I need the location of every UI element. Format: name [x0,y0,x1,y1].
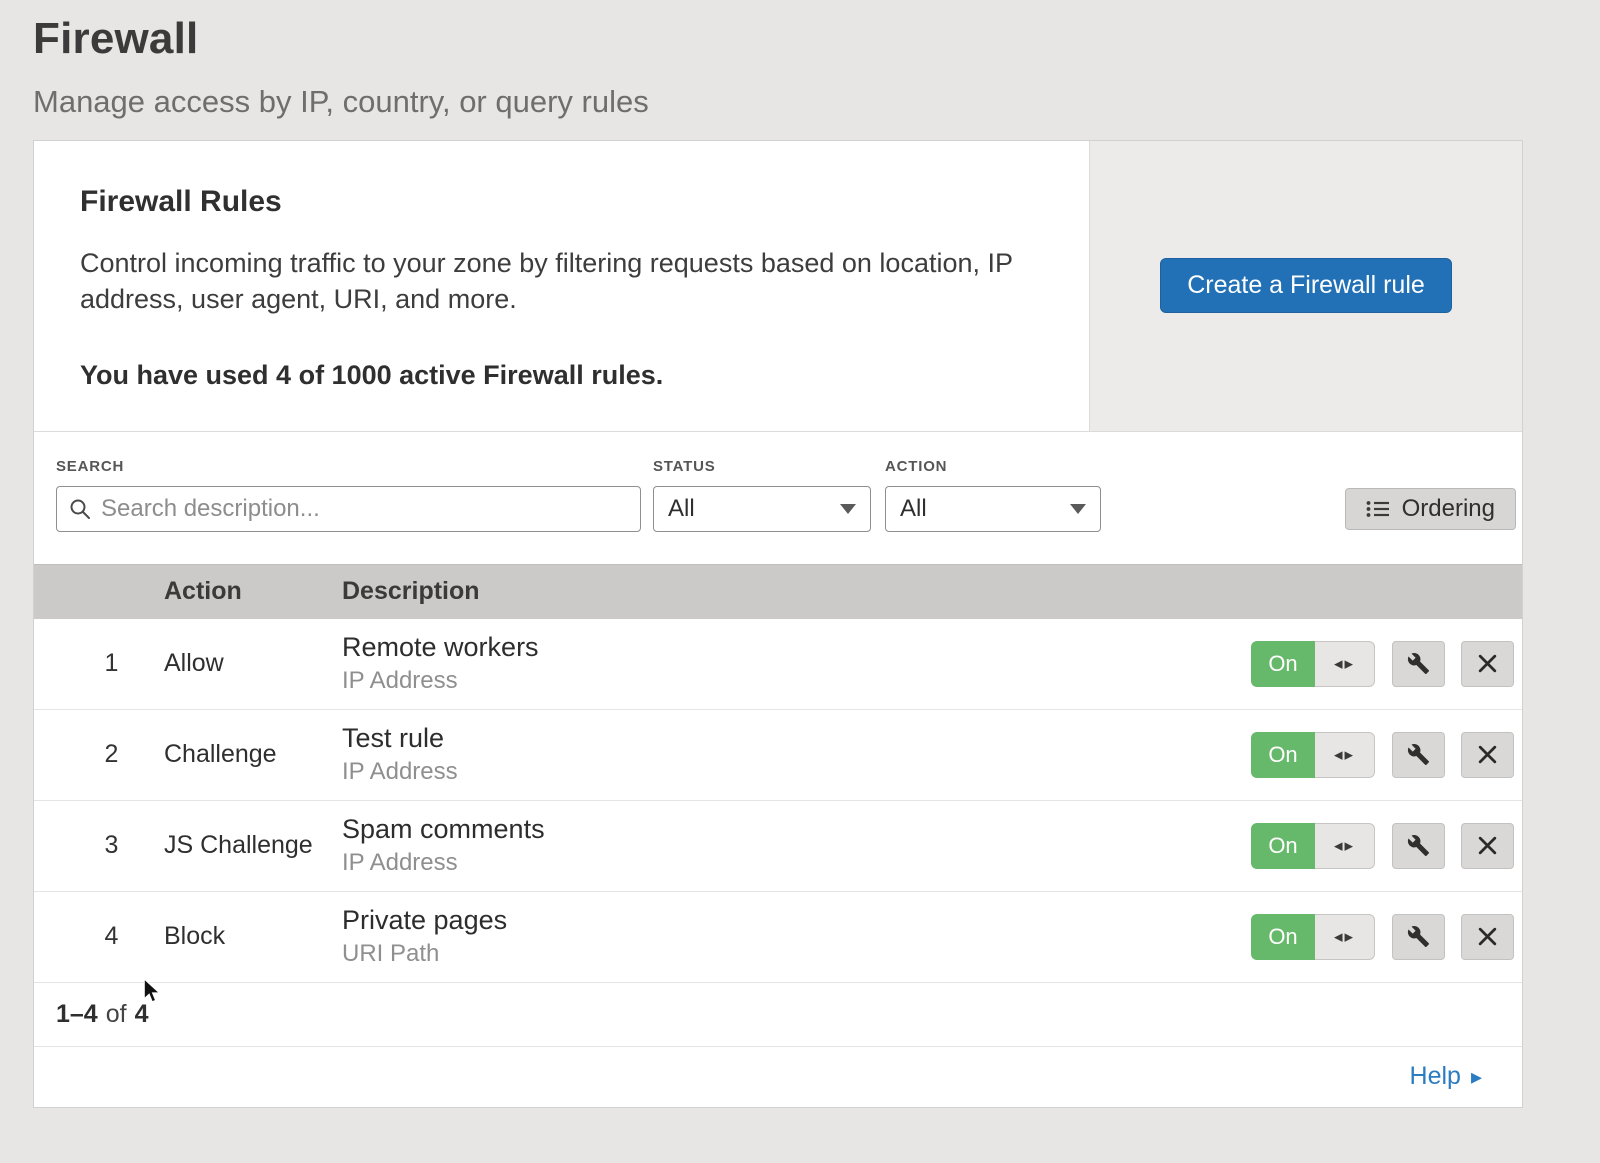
intro-text: Firewall Rules Control incoming traffic … [34,141,1089,431]
rule-action: Block [164,922,342,951]
page-header: Firewall Manage access by IP, country, o… [0,0,1600,120]
create-firewall-rule-button[interactable]: Create a Firewall rule [1160,258,1452,313]
help-arrow-icon: ▸ [1471,1064,1482,1090]
action-select[interactable]: All [885,486,1101,532]
close-icon [1477,835,1498,856]
wrench-icon [1407,652,1430,675]
rule-field-type: IP Address [342,758,1251,786]
intro-action-panel: Create a Firewall rule [1089,141,1522,431]
ordering-button-label: Ordering [1402,495,1495,523]
toggle-arrows-icon[interactable]: ◂▸ [1315,641,1375,687]
chevron-down-icon [1070,504,1086,514]
rule-description: Test rule IP Address [342,723,1251,786]
firewall-rules-card: Firewall Rules Control incoming traffic … [33,140,1523,1108]
toggle-on-label[interactable]: On [1251,823,1315,869]
edit-rule-button[interactable] [1392,823,1445,869]
action-selected-value: All [900,495,927,523]
rule-controls: On ◂▸ [1251,914,1522,960]
action-column-header: Action [164,577,342,606]
close-icon [1477,926,1498,947]
table-row: 4 Block Private pages URI Path On ◂▸ [34,892,1522,983]
toggle-on-label[interactable]: On [1251,914,1315,960]
rule-enabled-toggle[interactable]: On ◂▸ [1251,823,1375,869]
rule-priority: 1 [34,649,164,678]
ordering-button[interactable]: Ordering [1345,488,1516,530]
chevron-down-icon [840,504,856,514]
edit-rule-button[interactable] [1392,641,1445,687]
description-column-header: Description [342,577,1251,606]
rule-action: JS Challenge [164,831,342,860]
pagination: 1–4 of 4 [34,983,1522,1047]
rule-field-type: URI Path [342,940,1251,968]
search-icon [69,498,91,525]
status-selected-value: All [668,495,695,523]
delete-rule-button[interactable] [1461,914,1514,960]
close-icon [1477,653,1498,674]
rule-controls: On ◂▸ [1251,732,1522,778]
status-select[interactable]: All [653,486,871,532]
rule-title: Spam comments [342,814,1251,845]
rule-title: Private pages [342,905,1251,936]
wrench-icon [1407,925,1430,948]
table-header: Action Description [34,564,1522,619]
intro-section: Firewall Rules Control incoming traffic … [34,141,1522,432]
rule-enabled-toggle[interactable]: On ◂▸ [1251,641,1375,687]
pagination-of: of [106,1000,127,1029]
rule-priority: 4 [34,922,164,951]
wrench-icon [1407,834,1430,857]
page-subtitle: Manage access by IP, country, or query r… [33,84,1600,120]
toggle-arrows-icon[interactable]: ◂▸ [1315,914,1375,960]
pagination-total: 4 [135,1000,149,1029]
toggle-on-label[interactable]: On [1251,641,1315,687]
pagination-range: 1–4 [56,1000,98,1029]
rule-controls: On ◂▸ [1251,641,1522,687]
table-row: 2 Challenge Test rule IP Address On ◂▸ [34,710,1522,801]
ordering-list-icon [1366,499,1390,519]
rule-description: Private pages URI Path [342,905,1251,968]
rules-usage-text: You have used 4 of 1000 active Firewall … [80,360,1043,391]
search-box [56,486,641,532]
toggle-on-label[interactable]: On [1251,732,1315,778]
intro-description: Control incoming traffic to your zone by… [80,245,1030,318]
delete-rule-button[interactable] [1461,641,1514,687]
wrench-icon [1407,743,1430,766]
rule-description: Remote workers IP Address [342,632,1251,695]
edit-rule-button[interactable] [1392,732,1445,778]
rule-enabled-toggle[interactable]: On ◂▸ [1251,732,1375,778]
delete-rule-button[interactable] [1461,732,1514,778]
status-label: STATUS [653,458,871,475]
search-filter: SEARCH [56,458,641,532]
toggle-arrows-icon[interactable]: ◂▸ [1315,732,1375,778]
rule-controls: On ◂▸ [1251,823,1522,869]
rule-field-type: IP Address [342,667,1251,695]
rule-action: Allow [164,649,342,678]
rule-title: Remote workers [342,632,1251,663]
table-row: 3 JS Challenge Spam comments IP Address … [34,801,1522,892]
toggle-arrows-icon[interactable]: ◂▸ [1315,823,1375,869]
close-icon [1477,744,1498,765]
status-filter: STATUS All [653,458,871,532]
action-label: ACTION [885,458,1101,475]
help-link[interactable]: Help ▸ [1410,1062,1482,1091]
rule-title: Test rule [342,723,1251,754]
edit-rule-button[interactable] [1392,914,1445,960]
search-input[interactable] [56,486,641,532]
action-filter: ACTION All [885,458,1101,532]
rule-priority: 3 [34,831,164,860]
rule-action: Challenge [164,740,342,769]
rule-description: Spam comments IP Address [342,814,1251,877]
delete-rule-button[interactable] [1461,823,1514,869]
rule-field-type: IP Address [342,849,1251,877]
filters-bar: SEARCH STATUS All ACTION All [34,432,1522,564]
rule-enabled-toggle[interactable]: On ◂▸ [1251,914,1375,960]
page-title: Firewall [33,14,1600,64]
rule-priority: 2 [34,740,164,769]
help-link-label: Help [1410,1062,1461,1091]
help-bar: Help ▸ [34,1047,1522,1107]
search-label: SEARCH [56,458,641,475]
intro-heading: Firewall Rules [80,185,1043,219]
table-row: 1 Allow Remote workers IP Address On ◂▸ [34,619,1522,710]
